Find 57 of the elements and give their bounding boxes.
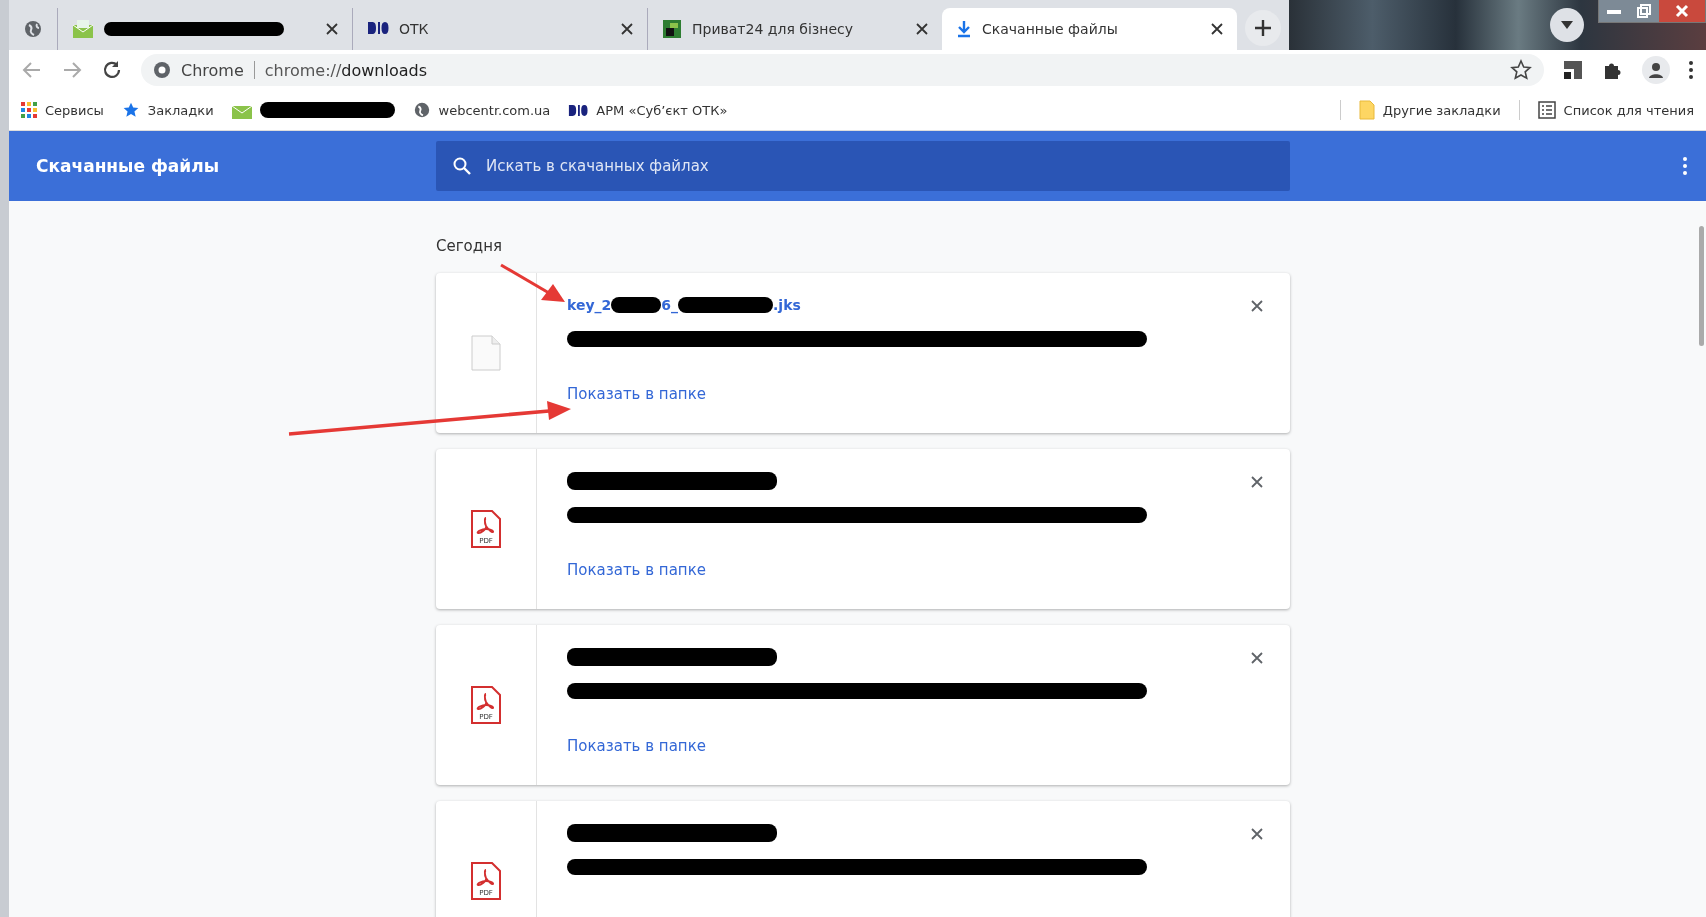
folder-icon <box>1358 100 1375 120</box>
new-tab-button[interactable] <box>1245 10 1281 46</box>
star-icon[interactable] <box>1510 59 1532 81</box>
close-icon <box>1675 4 1689 18</box>
profile-menu-icon[interactable] <box>1550 8 1584 42</box>
file-name-link[interactable]: 6_ <box>661 297 679 313</box>
tab-title: Приват24 для бізнесу <box>692 21 854 37</box>
avatar-icon[interactable] <box>1642 56 1670 84</box>
show-in-folder-link[interactable]: Показать в папке <box>567 737 706 755</box>
restore-icon <box>1637 4 1651 18</box>
close-icon[interactable] <box>326 23 338 35</box>
site-label: Chrome <box>181 60 244 80</box>
reading-list-icon <box>1537 101 1556 119</box>
star-icon <box>121 101 140 119</box>
reload-icon[interactable] <box>101 59 123 81</box>
tab-title: Скачанные файлы <box>982 21 1119 37</box>
search-field[interactable]: Искать в скачанных файлах <box>436 141 1290 191</box>
download-icon <box>956 20 972 38</box>
url-text: chrome://downloads <box>264 60 429 80</box>
close-icon[interactable] <box>1250 651 1264 665</box>
bookmark-item[interactable]: Список для чтения <box>1537 101 1694 119</box>
bookmark-item[interactable]: Другие закладки <box>1358 100 1501 120</box>
bank-logo-icon <box>662 19 682 39</box>
minimize-button[interactable] <box>1599 0 1629 22</box>
show-in-folder-link[interactable]: Показать в папке <box>567 561 706 579</box>
dio-logo-icon <box>568 103 589 117</box>
close-icon[interactable] <box>1250 827 1264 841</box>
bookmark-item[interactable]: Сервисы <box>21 102 104 118</box>
file-name-link[interactable]: .jks <box>773 297 801 313</box>
tab-title: ОТК <box>399 21 430 37</box>
file-icon <box>470 335 502 371</box>
address-bar[interactable]: Chrome chrome://downloads <box>141 54 1544 86</box>
close-icon[interactable] <box>1250 299 1264 313</box>
minimize-icon <box>1607 8 1621 14</box>
plus-icon <box>1254 19 1272 37</box>
close-icon[interactable] <box>916 23 928 35</box>
page-title: Скачанные файлы <box>36 156 220 176</box>
search-icon <box>452 156 472 176</box>
section-heading: Сегодня <box>436 237 503 255</box>
bookmark-item[interactable]: Закладки <box>121 101 214 119</box>
globe-icon <box>412 101 431 119</box>
browser-tab[interactable]: Скачанные файлы <box>942 8 1237 50</box>
bookmark-item[interactable]: АРМ «Суб’єкт ОТК» <box>568 102 728 118</box>
close-icon[interactable] <box>621 23 633 35</box>
close-icon[interactable] <box>1250 475 1264 489</box>
apps-grid-icon <box>21 102 37 118</box>
close-icon[interactable] <box>1211 23 1223 35</box>
maximize-button[interactable] <box>1629 0 1659 22</box>
annotation-arrow <box>500 263 565 302</box>
file-name-link[interactable]: key_2 <box>567 297 612 313</box>
show-in-folder-link[interactable]: Показать в папке <box>567 385 706 403</box>
redaction-mark <box>611 297 662 313</box>
menu-icon[interactable] <box>1688 60 1694 80</box>
cast-icon[interactable] <box>1562 59 1584 81</box>
envelope-icon <box>72 19 94 39</box>
close-button[interactable] <box>1659 0 1705 22</box>
bookmark-item[interactable]: webcentr.com.ua <box>412 101 551 119</box>
